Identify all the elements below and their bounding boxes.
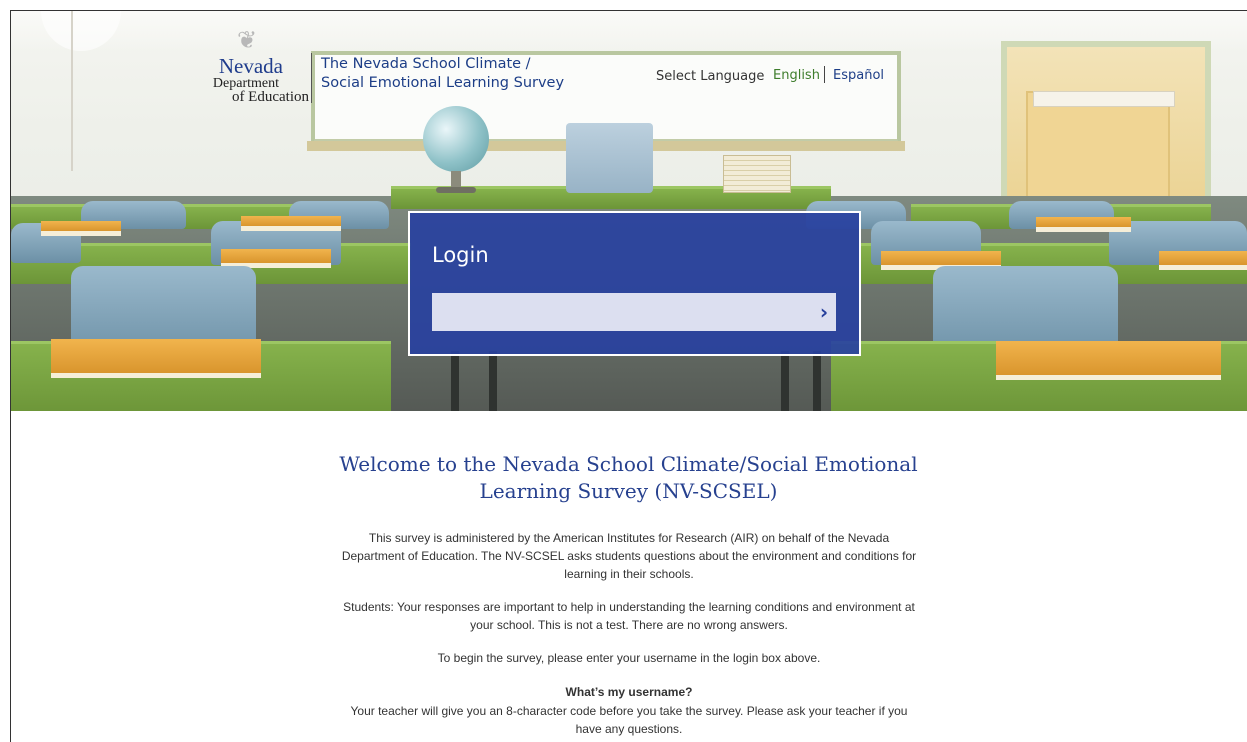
language-english-link[interactable]: English	[773, 68, 820, 83]
desk-leg	[489, 351, 497, 411]
username-input[interactable]	[432, 293, 812, 331]
login-panel: Login ›	[408, 211, 861, 356]
login-title: Login	[432, 243, 489, 267]
login-submit-button[interactable]: ›	[812, 293, 836, 331]
site-header: ❦ Nevada Department of Education The Nev…	[11, 11, 1247, 121]
nevada-doe-logo[interactable]: ❦ Nevada Department of Education	[187, 26, 309, 116]
site-title-line2: Social Emotional Learning Survey	[321, 75, 565, 91]
desk-leg	[781, 351, 789, 411]
logo-text: of Education	[231, 89, 309, 105]
book	[51, 339, 261, 378]
chair	[566, 123, 653, 193]
page-frame: ❦ Nevada Department of Education The Nev…	[10, 10, 1247, 742]
header-divider	[311, 53, 312, 103]
language-spanish-link[interactable]: Español	[833, 68, 884, 83]
faq-answer: Your teacher will give you an 8-characte…	[350, 704, 908, 736]
desk-leg	[451, 351, 459, 411]
apple-icon: ❦	[237, 26, 258, 54]
language-divider	[824, 66, 825, 83]
select-language-label: Select Language	[656, 69, 765, 84]
logo-text: Nevada	[218, 54, 283, 78]
book	[1159, 251, 1247, 270]
students-paragraph: Students: Your responses are important t…	[343, 600, 915, 632]
instructions-paragraph: To begin the survey, please enter your u…	[437, 651, 821, 665]
book	[1036, 217, 1131, 232]
welcome-heading: Welcome to the Nevada School Climate/Soc…	[339, 452, 918, 503]
book	[996, 341, 1221, 380]
site-title: The Nevada School Climate / Social Emoti…	[321, 55, 564, 93]
desk-leg	[813, 351, 821, 411]
globe-base	[436, 187, 476, 193]
site-title-line1: The Nevada School Climate /	[321, 56, 531, 72]
intro-paragraph: This survey is administered by the Ameri…	[341, 531, 917, 581]
chevron-right-icon: ›	[819, 300, 829, 324]
book	[41, 221, 121, 236]
books-stack	[723, 155, 791, 193]
book	[241, 216, 341, 231]
faq-question: What’s my username?	[565, 685, 693, 699]
